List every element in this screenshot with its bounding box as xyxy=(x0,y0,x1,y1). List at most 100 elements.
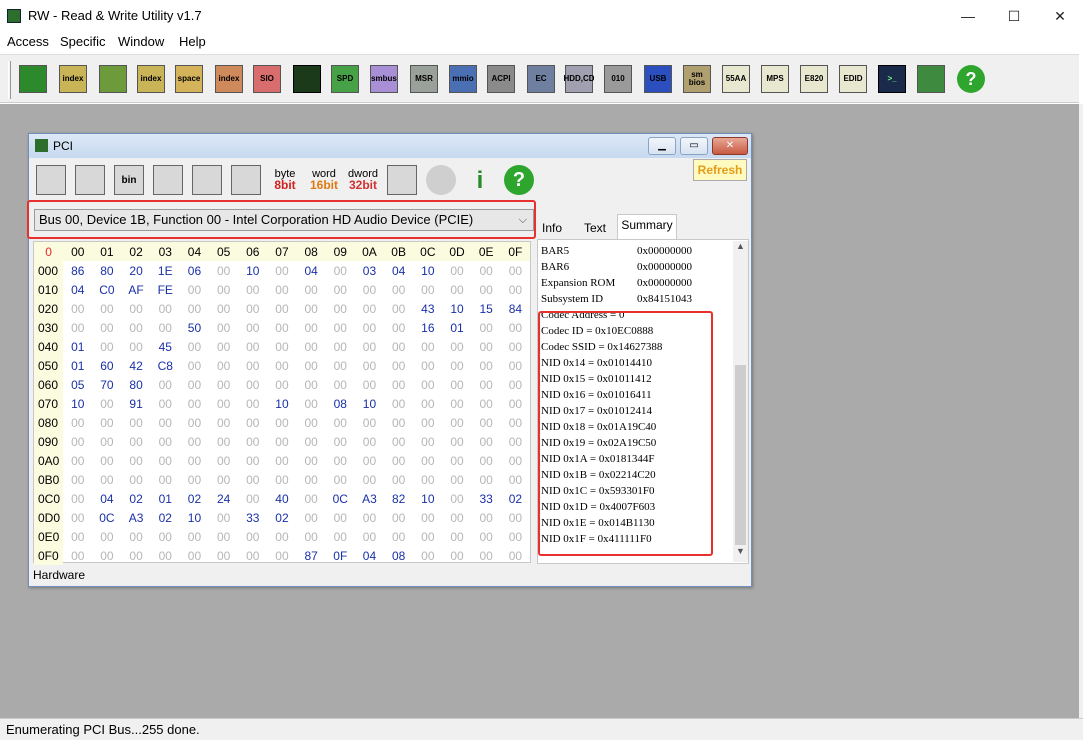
toolbar-battery-button[interactable] xyxy=(915,61,947,97)
hex-cell[interactable]: 00 xyxy=(384,508,413,527)
hex-cell[interactable]: 00 xyxy=(238,299,267,318)
hex-cell[interactable]: 00 xyxy=(238,375,267,394)
hex-cell[interactable]: 00 xyxy=(442,375,471,394)
hex-cell[interactable]: 00 xyxy=(63,489,92,508)
hex-cell[interactable]: 00 xyxy=(442,280,471,299)
hex-cell[interactable]: 00 xyxy=(238,337,267,356)
hex-cell[interactable]: 00 xyxy=(297,375,326,394)
toolbar-spd-button[interactable]: SPD xyxy=(329,61,361,97)
hex-cell[interactable]: 00 xyxy=(209,337,238,356)
hex-cell[interactable]: 00 xyxy=(355,470,384,489)
hex-cell[interactable]: 00 xyxy=(122,546,151,565)
hex-cell[interactable]: 00 xyxy=(501,527,530,546)
hex-cell[interactable]: 00 xyxy=(92,451,121,470)
hex-cell[interactable]: 00 xyxy=(472,527,501,546)
hex-cell[interactable]: 01 xyxy=(63,337,92,356)
toolbar-smbus-button[interactable]: smbus xyxy=(368,61,400,97)
hex-cell[interactable]: 00 xyxy=(92,432,121,451)
hex-cell[interactable]: 00 xyxy=(384,299,413,318)
hex-cell[interactable]: 00 xyxy=(267,299,296,318)
hex-cell[interactable]: 00 xyxy=(151,470,180,489)
hex-cell[interactable]: 00 xyxy=(267,356,296,375)
hex-cell[interactable]: 00 xyxy=(238,451,267,470)
toolbar-mmio-button[interactable]: mmio xyxy=(447,61,479,97)
hex-cell[interactable]: 00 xyxy=(180,280,209,299)
toolbar-smbios-button[interactable]: sm bios xyxy=(681,61,713,97)
scroll-up-icon[interactable]: ▲ xyxy=(733,241,748,257)
hex-cell[interactable]: 00 xyxy=(501,432,530,451)
hex-cell[interactable]: 00 xyxy=(472,432,501,451)
hex-cell[interactable]: 00 xyxy=(355,413,384,432)
hex-cell[interactable]: 00 xyxy=(151,546,180,565)
hex-cell[interactable]: 04 xyxy=(355,546,384,565)
hex-cell[interactable]: 00 xyxy=(297,489,326,508)
hex-cell[interactable]: 00 xyxy=(413,432,442,451)
hex-cell[interactable]: 10 xyxy=(238,261,267,280)
hex-cell[interactable]: 91 xyxy=(122,394,151,413)
hex-cell[interactable]: 0F xyxy=(326,546,355,565)
hex-cell[interactable]: 01 xyxy=(442,318,471,337)
hex-cell[interactable]: 04 xyxy=(63,280,92,299)
menu-specific[interactable]: Specific xyxy=(60,34,106,49)
hex-cell[interactable]: 00 xyxy=(326,413,355,432)
hex-cell[interactable]: 00 xyxy=(326,375,355,394)
hex-cell[interactable]: 00 xyxy=(297,394,326,413)
hex-cell[interactable]: 00 xyxy=(413,546,442,565)
hex-cell[interactable]: 00 xyxy=(442,261,471,280)
hex-cell[interactable]: 00 xyxy=(442,432,471,451)
hex-cell[interactable]: 00 xyxy=(151,527,180,546)
hex-cell[interactable]: 00 xyxy=(384,375,413,394)
summary-scrollbar[interactable]: ▲ ▼ xyxy=(733,241,748,562)
pci-minimize-button[interactable]: ▁ xyxy=(648,137,676,155)
hex-cell[interactable]: 00 xyxy=(267,451,296,470)
toolbar-pci-card-button[interactable] xyxy=(17,61,49,97)
hex-cell[interactable]: 80 xyxy=(92,261,121,280)
pci-find-binoculars-button[interactable] xyxy=(190,163,224,197)
hex-cell[interactable]: 00 xyxy=(151,394,180,413)
hex-cell[interactable]: 00 xyxy=(267,546,296,565)
hex-cell[interactable]: 00 xyxy=(442,470,471,489)
hex-cell[interactable]: 0C xyxy=(92,508,121,527)
hex-cell[interactable]: 00 xyxy=(384,451,413,470)
hex-cell[interactable]: 00 xyxy=(442,527,471,546)
hex-cell[interactable]: 42 xyxy=(122,356,151,375)
toolbar-edid-button[interactable]: EDID xyxy=(837,61,869,97)
hex-cell[interactable]: 00 xyxy=(384,337,413,356)
hex-cell[interactable]: 02 xyxy=(180,489,209,508)
toolbar-pci-index-button[interactable]: index xyxy=(57,61,89,97)
hex-cell[interactable]: 86 xyxy=(63,261,92,280)
hex-cell[interactable]: 00 xyxy=(442,508,471,527)
hex-cell[interactable]: 40 xyxy=(267,489,296,508)
hex-cell[interactable]: 08 xyxy=(326,394,355,413)
hex-cell[interactable]: 00 xyxy=(413,280,442,299)
hex-cell[interactable]: 00 xyxy=(151,451,180,470)
hex-cell[interactable]: 05 xyxy=(63,375,92,394)
hex-cell[interactable]: 00 xyxy=(384,318,413,337)
hex-cell[interactable]: 10 xyxy=(413,261,442,280)
hex-cell[interactable]: 00 xyxy=(180,394,209,413)
hex-cell[interactable]: 87 xyxy=(297,546,326,565)
pci-save-button[interactable] xyxy=(34,163,68,197)
hex-cell[interactable]: 00 xyxy=(501,337,530,356)
hex-cell[interactable]: 00 xyxy=(472,413,501,432)
hex-cell[interactable]: 10 xyxy=(63,394,92,413)
hex-cell[interactable]: 00 xyxy=(209,527,238,546)
hex-cell[interactable]: 00 xyxy=(472,261,501,280)
toolbar-io-space-button[interactable]: space xyxy=(173,61,205,97)
hex-cell[interactable]: 00 xyxy=(355,280,384,299)
hex-cell[interactable]: 00 xyxy=(63,413,92,432)
toolbar-memory-button[interactable] xyxy=(97,61,129,97)
hex-cell[interactable]: 00 xyxy=(238,489,267,508)
hex-cell[interactable]: 00 xyxy=(180,299,209,318)
hex-cell[interactable]: 04 xyxy=(92,489,121,508)
hex-cell[interactable]: 00 xyxy=(151,413,180,432)
hex-cell[interactable]: 00 xyxy=(209,546,238,565)
hex-cell[interactable]: 02 xyxy=(151,508,180,527)
hex-cell[interactable]: 00 xyxy=(501,318,530,337)
hex-cell[interactable]: 00 xyxy=(297,527,326,546)
hex-cell[interactable]: 00 xyxy=(472,318,501,337)
hex-cell[interactable]: 00 xyxy=(297,356,326,375)
pci-word-16bit-button[interactable]: word 16bit xyxy=(307,163,341,197)
hex-cell[interactable]: A3 xyxy=(355,489,384,508)
hex-cell[interactable]: 00 xyxy=(63,470,92,489)
